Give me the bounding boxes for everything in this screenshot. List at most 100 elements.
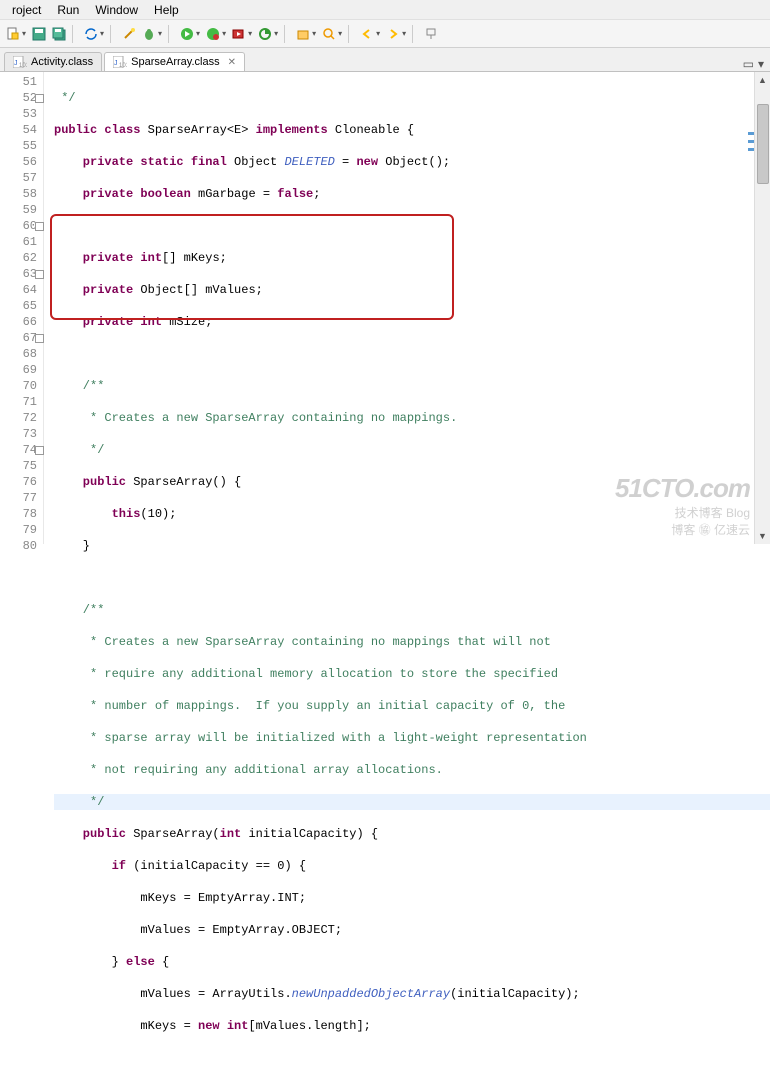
code-text: private int [54,251,162,265]
code-text: class [97,123,140,137]
line-number: 55 [0,138,37,154]
vertical-scrollbar[interactable]: ▲ ▼ [754,72,770,544]
svg-text:J: J [14,60,18,67]
code-text: */ [54,795,104,809]
dropdown-icon[interactable]: ▾ [376,29,380,38]
wand-icon[interactable] [120,25,138,43]
line-number: 54 [0,122,37,138]
menu-project[interactable]: roject [4,1,49,19]
code-text: * not requiring any additional array all… [54,763,443,777]
tab-activity[interactable]: J101 Activity.class [4,52,102,71]
dropdown-icon[interactable]: ▾ [158,29,162,38]
line-number: 52 [0,90,37,106]
code-text: else [126,955,155,969]
run-icon[interactable] [178,25,196,43]
bug-icon[interactable] [140,25,158,43]
code-text: (10); [140,507,176,521]
code-text: private [54,283,133,297]
line-number: 62 [0,250,37,266]
dropdown-icon[interactable]: ▾ [100,29,104,38]
code-text: mKeys = [54,1019,198,1033]
java-file-icon: J101 [113,56,127,68]
code-text: mValues = EmptyArray.OBJECT; [54,923,342,937]
dropdown-icon[interactable]: ▾ [402,29,406,38]
line-number: 68 [0,346,37,362]
code-text: Cloneable { [328,123,414,137]
line-number: 66 [0,314,37,330]
dropdown-icon[interactable]: ▾ [248,29,252,38]
back-icon[interactable] [358,25,376,43]
code-text: implements [256,123,328,137]
line-number: 77 [0,490,37,506]
dropdown-icon[interactable]: ▾ [222,29,226,38]
close-icon[interactable]: ✕ [228,57,236,68]
code-text: [mValues.length]; [248,1019,370,1033]
external-run-icon[interactable] [230,25,248,43]
menu-icon[interactable]: ▾ [758,57,764,71]
code-text: * number of mappings. If you supply an i… [54,699,565,713]
dropdown-icon[interactable]: ▾ [338,29,342,38]
code-text: public [54,827,126,841]
toolbar: ▾ ▾ ▾ ▾ ▾ ▾ ▾ ▾ ▾ ▾ ▾ [0,20,770,48]
tab-sparsearray[interactable]: J101 SparseArray.class ✕ [104,52,245,71]
svg-text:101: 101 [19,63,27,68]
forward-icon[interactable] [384,25,402,43]
java-file-icon: J101 [13,56,27,68]
line-number: 74 [0,442,37,458]
line-number: 70 [0,378,37,394]
code-text: * Creates a new SparseArray containing n… [54,635,551,649]
overview-ruler[interactable] [748,72,754,544]
menu-run[interactable]: Run [49,1,87,19]
code-text: private static final [54,155,227,169]
dropdown-icon[interactable]: ▾ [312,29,316,38]
line-number: 58 [0,186,37,202]
menu-help[interactable]: Help [146,1,187,19]
save-all-icon[interactable] [50,25,68,43]
overview-mark [748,132,754,135]
line-number: 60 [0,218,37,234]
line-gutter[interactable]: 51 52 53 54 55 56 57 58 59 60 61 62 63 6… [0,72,44,544]
dropdown-icon[interactable]: ▾ [274,29,278,38]
code-area[interactable]: */ public class SparseArray<E> implement… [44,72,770,544]
code-text: private boolean [54,187,191,201]
coverage-icon[interactable] [256,25,274,43]
line-number: 57 [0,170,37,186]
line-number: 63 [0,266,37,282]
scroll-down-icon[interactable]: ▼ [755,528,770,544]
save-icon[interactable] [30,25,48,43]
line-number: 73 [0,426,37,442]
line-number: 75 [0,458,37,474]
code-text: /** [54,603,104,617]
line-number: 80 [0,538,37,554]
line-number: 78 [0,506,37,522]
tab-controls: ▭ ▾ [743,57,770,71]
maximize-icon[interactable]: ▭ [743,57,754,71]
code-text: false [277,187,313,201]
overview-mark [748,140,754,143]
package-icon[interactable] [294,25,312,43]
code-text: [] mKeys; [162,251,227,265]
code-text: SparseArray( [126,827,220,841]
code-text: if [54,859,126,873]
code-text: public [54,475,126,489]
code-text: = [335,155,357,169]
code-text: (initialCapacity); [450,987,580,1001]
tab-label: SparseArray.class [131,56,219,68]
search-icon[interactable] [320,25,338,43]
scroll-thumb[interactable] [757,104,769,184]
code-text: new [356,155,378,169]
sync-icon[interactable] [82,25,100,43]
code-text: this [54,507,140,521]
dropdown-icon[interactable]: ▾ [196,29,200,38]
menu-window[interactable]: Window [87,1,146,19]
pin-icon[interactable] [422,25,440,43]
code-text: Object [227,155,285,169]
code-text: mGarbage = [191,187,277,201]
code-text: (initialCapacity == 0) { [126,859,306,873]
new-icon[interactable] [4,25,22,43]
line-number: 65 [0,298,37,314]
scroll-up-icon[interactable]: ▲ [755,72,770,88]
dropdown-icon[interactable]: ▾ [22,29,26,38]
line-number: 64 [0,282,37,298]
debug-icon[interactable] [204,25,222,43]
